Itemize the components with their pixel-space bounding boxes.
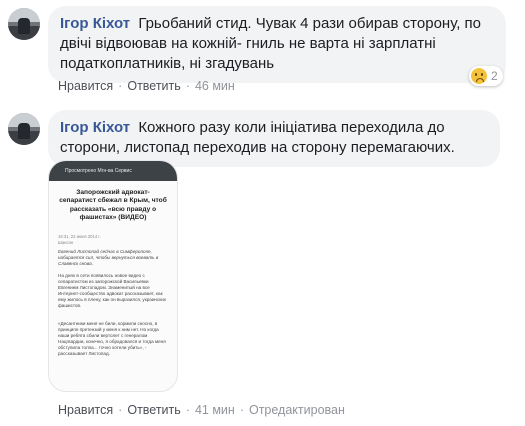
reply-link[interactable]: Ответить <box>127 79 180 93</box>
like-link[interactable]: Нравится <box>58 79 113 93</box>
separator-dot: · <box>185 403 190 417</box>
comment-timestamp[interactable]: 46 мин <box>195 79 235 93</box>
sad-reaction-icon <box>471 68 487 84</box>
attachment-headline: Запорожский адвокат-сепаратист сбежал в … <box>59 189 167 222</box>
comment-bubble: Ігор Кіхот Кожного разу коли ініціатива … <box>48 110 500 167</box>
avatar-figure <box>18 18 30 34</box>
attachment-paragraph: Евгений Листопад сейчас в Симферополе, н… <box>58 249 159 266</box>
attached-screenshot[interactable]: Просмотрено Мгн-ва Сервис Запорожский ад… <box>48 160 178 392</box>
attachment-tag: Шансон <box>58 239 74 245</box>
like-link[interactable]: Нравится <box>58 403 113 417</box>
reaction-count: 2 <box>491 69 498 83</box>
comment-author[interactable]: Ігор Кіхот <box>60 119 130 136</box>
attachment-paragraph: На днях в сети появилось новое видео с с… <box>58 273 167 308</box>
comment-bubble: Ігор Кіхот Грьобаний стид. Чувак 4 рази … <box>48 6 506 83</box>
attachment-paragraph: «Десантники меня не били, кормили сносно… <box>58 321 166 356</box>
separator-dot: · <box>239 403 244 417</box>
separator-dot: · <box>118 79 123 93</box>
comment-actions: Нравится · Ответить · 46 мин <box>58 79 235 93</box>
commenter-avatar[interactable] <box>8 8 40 40</box>
attachment-top-bar: Просмотрено Мгн-ва Сервис <box>49 161 177 181</box>
reply-link[interactable]: Ответить <box>127 403 180 417</box>
reactions-badge[interactable]: 2 <box>469 66 503 86</box>
comment-actions: Нравится · Ответить · 41 мин · Отредактирован <box>58 403 345 417</box>
avatar-figure <box>18 123 30 139</box>
edited-label[interactable]: Отредактирован <box>249 403 345 417</box>
attachment-meta: 16:31, 22 июня 2014 г. Шансон <box>58 234 118 245</box>
separator-dot: · <box>185 79 190 93</box>
separator-dot: · <box>118 403 123 417</box>
comment-timestamp[interactable]: 41 мин <box>195 403 235 417</box>
commenter-avatar[interactable] <box>8 113 40 145</box>
comment-author[interactable]: Ігор Кіхот <box>60 15 130 32</box>
